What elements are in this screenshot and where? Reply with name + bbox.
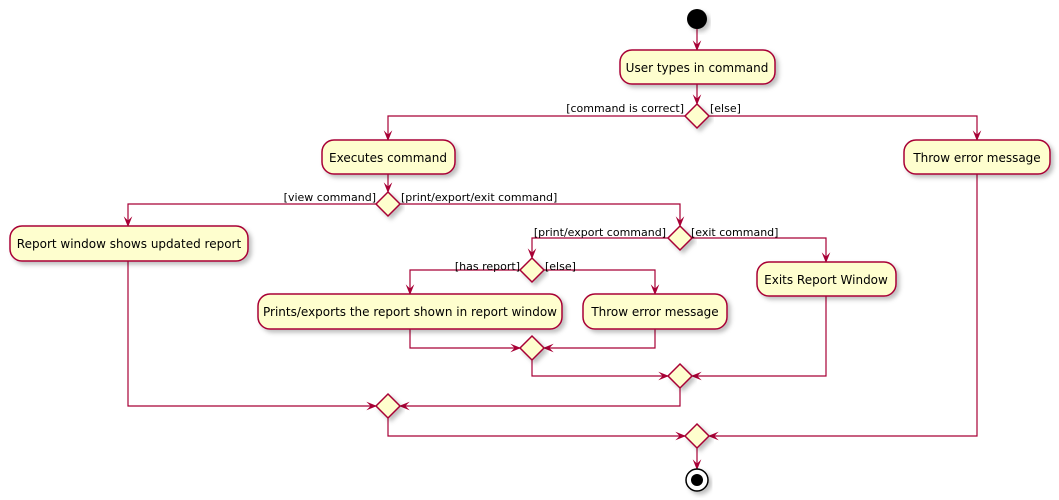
flow-arrow [400,203,685,228]
action-label: User types in command [626,61,769,75]
action-user-types: User types in command [619,49,776,85]
action-label: Report window shows updated report [17,237,242,251]
action-executes: Executes command [321,139,456,175]
guard-view-command: [view command] [284,191,376,204]
action-label: Throw error message [912,151,1040,165]
flow-arrow [398,388,681,411]
action-prints-exports: Prints/exports the report shown in repor… [257,293,563,330]
flow-arrow [123,203,376,228]
edges [123,29,982,471]
decision-diamond [518,256,546,284]
flow-arrow [127,261,378,411]
guard-else: [else] [710,102,741,115]
flow-arrow [527,237,668,260]
end-node [685,468,709,492]
merge-diamond [683,422,711,450]
flow-arrow [383,115,685,142]
flow-arrow [405,269,520,296]
action-throw-error-1: Throw error message [903,139,1051,175]
activity-diagram: User types in command Executes command T… [9,9,1051,492]
start-node [687,9,707,29]
guard-exit-command: [exit command] [691,226,778,239]
guard-has-report: [has report] [455,260,520,273]
action-exits: Exits Report Window [756,261,897,297]
decision-diamond [374,190,402,218]
flow-arrow [692,237,831,264]
flow-arrow [387,418,687,441]
decision-diamond [683,102,711,130]
action-label: Prints/exports the report shown in repor… [263,305,557,319]
action-label: Exits Report Window [764,273,888,287]
guard-command-correct: [command is correct] [566,102,684,115]
merge-diamond [666,362,694,390]
guard-print-export-exit: [print/export/exit command] [401,191,557,204]
action-report-window: Report window shows updated report [9,225,249,262]
flow-arrow [709,115,982,142]
action-throw-error-2: Throw error message [582,293,728,330]
action-label: Executes command [329,151,447,165]
flow-arrow [531,360,670,381]
merge-diamond [518,334,546,362]
flow-arrow [544,269,660,296]
flow-arrow [409,329,522,353]
guard-print-export: [print/export command] [534,226,666,239]
flow-arrow [707,174,978,441]
merge-diamond [374,392,402,420]
guard-else: [else] [545,260,576,273]
decision-diamond [666,224,694,252]
action-label: Throw error message [590,305,718,319]
flow-arrow [542,329,656,353]
